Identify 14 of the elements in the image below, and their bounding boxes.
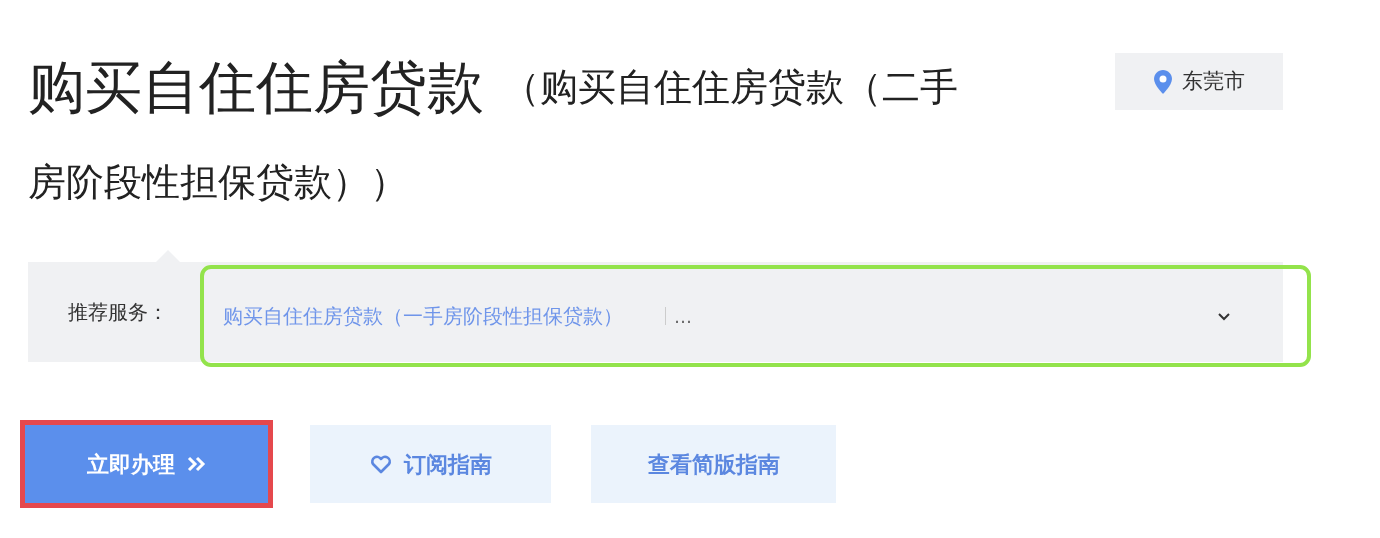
more-text: … bbox=[674, 304, 692, 329]
page-title: 购买自住住房贷款 bbox=[28, 53, 484, 122]
guide-button[interactable]: 查看简版指南 bbox=[591, 425, 836, 503]
page-subtitle: 房阶段性担保贷款）） bbox=[28, 159, 408, 206]
subscribe-button[interactable]: 订阅指南 bbox=[310, 425, 551, 503]
double-chevron-icon bbox=[186, 456, 207, 472]
service-label: 推荐服务： bbox=[67, 299, 169, 326]
service-dropdown[interactable]: 购买自住住房贷款（一手房阶段性担保贷款） … bbox=[203, 268, 1308, 364]
heart-icon bbox=[369, 454, 392, 474]
chevron-down-icon[interactable] bbox=[1217, 311, 1231, 321]
location-pin-icon bbox=[1153, 69, 1172, 94]
service-link[interactable]: 购买自住住房贷款（一手房阶段性担保贷款） bbox=[223, 301, 623, 331]
page-subtitle: （购买自住住房贷款（二手 bbox=[502, 64, 958, 111]
location-button[interactable]: 东莞市 bbox=[1115, 53, 1283, 110]
